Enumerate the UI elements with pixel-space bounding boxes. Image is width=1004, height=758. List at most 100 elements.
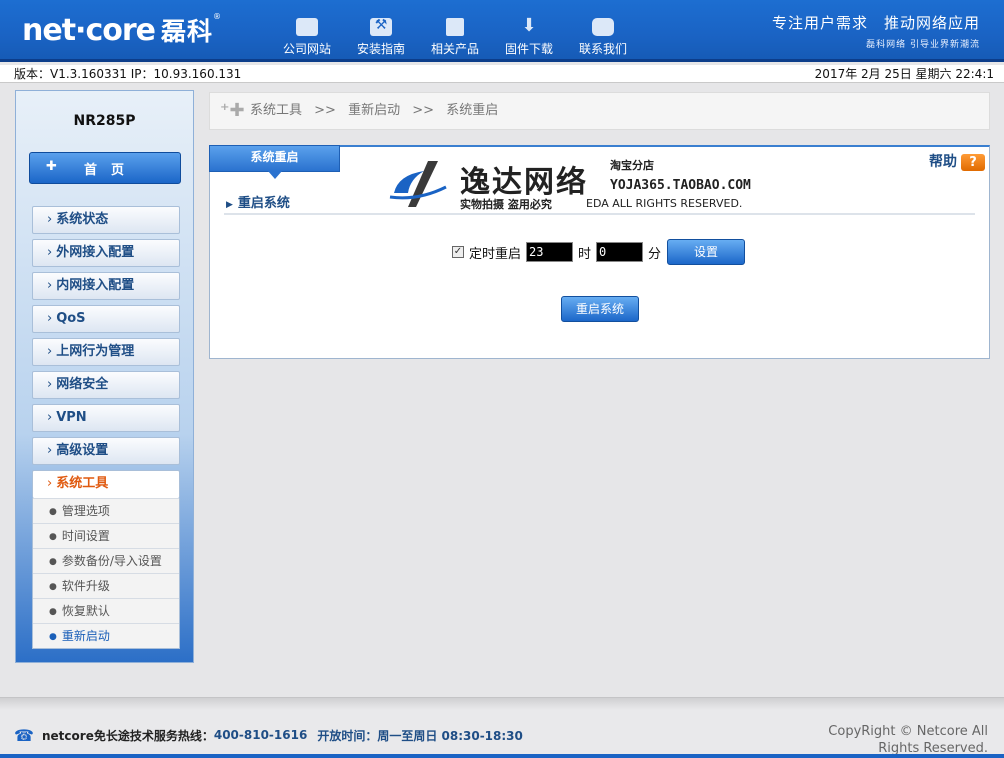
minute-unit: 分 (648, 246, 662, 262)
bullet-icon: ● (49, 607, 57, 617)
submenu-item-backup-restore[interactable]: ● 参数备份/导入设置 (33, 548, 179, 573)
chevron-right-icon: › (47, 245, 53, 260)
top-header: net·core磊科® 公司网站 安装指南 相关产品 固件下载 联系我们 专注用… (0, 0, 1004, 62)
watermark-title: 逸达网络 (460, 165, 588, 200)
sidebar-item-wan-config[interactable]: › 外网接入配置 (32, 239, 180, 267)
nav-contact[interactable]: 联系我们 (566, 18, 640, 57)
submenu-item-label: 恢复默认 (61, 604, 110, 618)
device-model: NR285P (73, 113, 136, 129)
chevron-right-icon: › (47, 443, 53, 458)
set-button[interactable]: 设置 (667, 239, 746, 265)
tab-system-reboot[interactable]: 系统重启 (209, 145, 340, 179)
watermark-tag: 实物拍摄 盗用必究 (460, 198, 552, 211)
support-hotline: ☎ netcore免长途技术服务热线： 400-810-1616 开放时间：周一… (14, 726, 523, 745)
service-hours: 开放时间：周一至周日 08:30-18:30 (317, 728, 523, 743)
nav-company-site[interactable]: 公司网站 (270, 18, 344, 57)
sidebar-item-label: 系统工具 (56, 476, 109, 491)
section-title: ▶ 重启系统 (226, 192, 290, 211)
submenu-item-reboot[interactable]: ● 重新启动 (33, 623, 179, 648)
contact-icon (592, 18, 614, 36)
sidebar-item-qos[interactable]: › QoS (32, 305, 180, 333)
chevron-right-icon: › (47, 278, 53, 293)
nav-label: 安装指南 (356, 42, 405, 56)
sidebar-item-label: 内网接入配置 (56, 278, 135, 293)
chevron-right-icon: › (47, 476, 53, 491)
chevron-right-icon: › (47, 410, 53, 425)
sidebar-menu: › 系统状态 › 外网接入配置 › 内网接入配置 › QoS › 上网行为管理 › 网络安全… (32, 206, 180, 649)
system-datetime: 2017年 2月 25日 星期六 22:4:1 (814, 67, 994, 81)
nav-products[interactable]: 相关产品 (418, 18, 492, 57)
netcore-logo[interactable]: net·core 磊科® (22, 12, 221, 48)
sidebar-item-label: 外网接入配置 (56, 245, 135, 260)
sidebar-item-label: VPN (56, 410, 87, 425)
products-icon (446, 18, 464, 36)
chevron-right-icon: › (47, 212, 53, 227)
sidebar-item-lan-config[interactable]: › 内网接入配置 (32, 272, 180, 300)
sidebar-item-label: 网络安全 (56, 377, 109, 392)
submenu-item-label: 时间设置 (61, 529, 110, 543)
home-label: 首页 (83, 163, 138, 178)
breadcrumb: ⁺✚ 系统工具 >> 重新启动 >> 系统重启 (209, 92, 990, 130)
nav-install-guide[interactable]: 安装指南 (344, 17, 418, 57)
logo-cn: 磊科 (160, 17, 213, 46)
sidebar-item-label: 上网行为管理 (56, 344, 135, 359)
submenu-item-firmware-upgrade[interactable]: ● 软件升级 (33, 573, 179, 598)
breadcrumb-level-2: 重新启动 (348, 103, 401, 118)
slogan: 专注用户需求 推动网络应用 (771, 14, 980, 32)
company-site-icon (296, 18, 318, 36)
chevron-right-icon: › (47, 311, 53, 326)
bullet-icon: ● (49, 632, 57, 642)
nav-label: 固件下载 (504, 42, 553, 56)
submenu-item-factory-reset[interactable]: ● 恢复默认 (33, 598, 179, 623)
top-nav: 公司网站 安装指南 相关产品 固件下载 联系我们 (270, 15, 640, 57)
nav-label: 公司网站 (282, 42, 331, 56)
install-guide-icon (370, 17, 392, 36)
copyright: CopyRight © Netcore All Rights Reserved. (828, 724, 988, 756)
footer-bottom-bar (0, 754, 1004, 758)
sidebar-item-system-status[interactable]: › 系统状态 (32, 206, 180, 234)
sidebar-item-network-security[interactable]: › 网络安全 (32, 371, 180, 399)
help-link[interactable]: 帮助? (929, 151, 985, 171)
bullet-icon: ● (49, 557, 57, 567)
watermark-rights: EDA ALL RIGHTS RESERVED. (586, 197, 743, 210)
submenu-item-label: 重新启动 (61, 629, 110, 643)
sidebar: NR285P ✚ 首页 › 系统状态 › 外网接入配置 › 内网接入配置 › QoS ›… (15, 90, 194, 663)
schedule-reboot-checkbox[interactable]: ✓ (452, 246, 464, 258)
sidebar-item-system-tools[interactable]: › 系统工具 (32, 470, 180, 498)
bullet-icon: ● (49, 582, 57, 592)
submenu-item-time-settings[interactable]: ● 时间设置 (33, 523, 179, 548)
plus-cluster-icon: ⁺✚ (220, 100, 245, 121)
logo-text: net·core (22, 13, 156, 48)
info-bar: 版本：V1.3.160331 IP：10.93.160.131 2017年 2月… (0, 65, 1004, 83)
sidebar-item-vpn[interactable]: › VPN (32, 404, 180, 432)
schedule-reboot-row: ✓ 定时重启 时 分 设置 (452, 239, 746, 265)
breadcrumb-separator: >> (314, 103, 336, 118)
watermark-site: YOJA365.TAOBAO.COM (610, 178, 751, 193)
question-icon: ? (961, 154, 985, 171)
breadcrumb-level-3: 系统重启 (446, 103, 499, 118)
minute-input[interactable] (596, 242, 644, 262)
breadcrumb-level-1: 系统工具 (250, 103, 303, 118)
nav-label: 联系我们 (578, 42, 627, 56)
nav-firmware-download[interactable]: 固件下载 (492, 15, 566, 57)
submenu-item-label: 管理选项 (61, 504, 110, 518)
help-label: 帮助 (929, 154, 957, 170)
triangle-right-icon: ▶ (226, 200, 233, 210)
hour-input[interactable] (526, 242, 574, 262)
hotline-prefix: netcore免长途技术服务热线： (42, 728, 214, 743)
reboot-system-button[interactable]: 重启系统 (561, 296, 639, 322)
download-icon (518, 15, 540, 36)
sidebar-item-behavior-mgmt[interactable]: › 上网行为管理 (32, 338, 180, 366)
breadcrumb-separator: >> (412, 103, 435, 118)
schedule-reboot-label: 定时重启 (469, 246, 522, 262)
bullet-icon: ● (49, 532, 57, 542)
chevron-right-icon: › (47, 344, 53, 359)
hour-unit: 时 (578, 246, 592, 262)
sidebar-item-advanced[interactable]: › 高级设置 (32, 437, 180, 465)
submenu-item-label: 参数备份/导入设置 (61, 554, 162, 568)
footer: ☎ netcore免长途技术服务热线： 400-810-1616 开放时间：周一… (0, 697, 1004, 758)
watermark: 逸达网络 淘宝分店 YOJA365.TAOBAO.COM 实物拍摄 盗用必究 E… (388, 155, 788, 213)
submenu-item-admin-options[interactable]: ● 管理选项 (33, 498, 179, 523)
home-button[interactable]: ✚ 首页 (29, 152, 181, 184)
hotline-number: 400-810-1616 (213, 728, 308, 742)
